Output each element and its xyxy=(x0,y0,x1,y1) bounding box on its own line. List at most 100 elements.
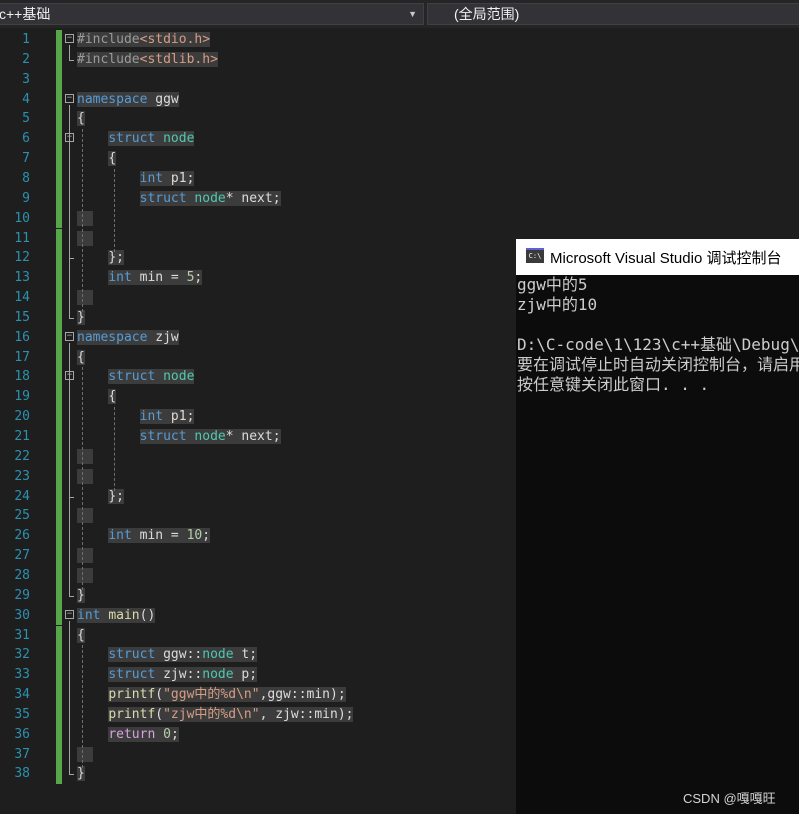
chevron-down-icon: ▼ xyxy=(408,9,417,19)
code-text: struct zjw::node p; xyxy=(108,667,258,683)
code-line[interactable]: 2 #include<stdlib.h> xyxy=(0,49,799,70)
change-marker xyxy=(56,367,62,388)
change-marker xyxy=(56,30,62,50)
collapse-toggle-icon[interactable]: − xyxy=(65,609,74,619)
change-marker xyxy=(56,526,62,547)
change-marker xyxy=(56,248,62,269)
code-line[interactable]: 8 int p1; xyxy=(0,168,799,189)
change-marker xyxy=(56,427,62,447)
code-text: int min = 5; xyxy=(108,270,203,286)
code-text xyxy=(77,546,93,566)
line-number: 34 xyxy=(14,687,30,703)
change-marker xyxy=(56,585,62,606)
change-marker xyxy=(56,546,62,566)
fold-outline-end xyxy=(69,496,74,498)
collapse-toggle-icon[interactable]: − xyxy=(65,93,74,103)
line-number: 15 xyxy=(14,309,30,325)
line-number: 28 xyxy=(14,567,30,583)
code-text: { xyxy=(77,349,85,365)
console-app-icon: C:\ xyxy=(526,248,544,263)
line-number: 32 xyxy=(14,647,30,663)
code-text: printf("ggw中的%d\n",ggw::min); xyxy=(108,687,346,703)
collapse-toggle-icon[interactable]: − xyxy=(65,34,74,43)
code-text xyxy=(77,229,93,249)
console-output-line: 要在调试停止时自动关闭控制台，请启用 xyxy=(517,355,799,374)
indent-guide xyxy=(82,645,83,769)
code-line[interactable]: 6− struct node xyxy=(0,129,799,150)
line-number: 12 xyxy=(14,250,30,266)
change-marker xyxy=(56,89,62,110)
change-marker xyxy=(56,486,62,507)
code-line[interactable]: 7 { xyxy=(0,149,799,169)
code-text: int main() xyxy=(77,607,156,623)
console-output-line: ggw中的5 xyxy=(517,275,588,294)
code-line[interactable]: 9 struct node* next; xyxy=(0,188,799,209)
code-line[interactable]: 1 − #include<stdio.h> xyxy=(0,30,799,50)
collapse-toggle-icon[interactable]: − xyxy=(65,331,74,341)
line-number: 8 xyxy=(22,170,30,186)
line-number: 7 xyxy=(22,151,30,167)
scope-dropdown[interactable]: (全局范围) xyxy=(427,3,799,25)
code-line[interactable]: 10 xyxy=(0,208,799,229)
line-number: 19 xyxy=(14,389,30,405)
code-text: int p1; xyxy=(139,170,195,186)
code-text: namespace ggw xyxy=(77,91,179,107)
fold-outline xyxy=(69,382,70,497)
line-number: 10 xyxy=(14,210,30,226)
change-marker xyxy=(56,764,62,785)
line-number: 38 xyxy=(14,766,30,782)
console-title: Microsoft Visual Studio 调试控制台 xyxy=(550,250,782,267)
code-text: } xyxy=(77,587,85,603)
change-marker xyxy=(56,704,62,725)
change-marker xyxy=(56,387,62,408)
line-number: 22 xyxy=(14,448,30,464)
code-text: } xyxy=(77,309,85,325)
code-text: }; xyxy=(108,488,124,504)
indent-guide xyxy=(114,407,115,491)
code-line[interactable]: 5{ xyxy=(0,109,799,130)
code-text: int min = 10; xyxy=(108,528,211,544)
watermark: CSDN @嘎嘎旺 xyxy=(683,791,776,806)
console-output-line: 按任意键关闭此窗口. . . xyxy=(517,375,710,394)
code-line[interactable]: 3 xyxy=(0,69,799,90)
line-number: 27 xyxy=(14,548,30,564)
fold-outline-end xyxy=(69,595,74,597)
fold-outline-end xyxy=(69,258,74,260)
change-marker xyxy=(56,347,62,368)
project-dropdown[interactable]: c++基础 ▼ xyxy=(0,3,424,25)
code-line[interactable]: 4 − namespace ggw xyxy=(0,89,799,110)
code-text: struct node* next; xyxy=(139,190,281,206)
line-number: 11 xyxy=(14,230,30,246)
change-marker xyxy=(56,168,62,189)
change-marker xyxy=(56,149,62,169)
debug-console-window[interactable]: C:\ Microsoft Visual Studio 调试控制台 ggw中的5… xyxy=(516,239,799,814)
line-number: 29 xyxy=(14,587,30,603)
change-marker xyxy=(56,506,62,527)
code-text: int p1; xyxy=(139,409,195,425)
change-marker xyxy=(56,665,62,686)
line-number: 2 xyxy=(22,51,30,67)
change-marker xyxy=(56,307,62,328)
code-text: struct node xyxy=(108,131,195,147)
change-marker xyxy=(56,685,62,705)
change-marker xyxy=(56,724,62,745)
code-text: printf("zjw中的%d\n", zjw::min); xyxy=(108,706,354,722)
line-number: 18 xyxy=(14,369,30,385)
code-text xyxy=(77,745,93,765)
fold-outline-end xyxy=(69,317,74,319)
line-number: 30 xyxy=(14,607,30,623)
scope-dropdown-label: (全局范围) xyxy=(454,6,520,22)
line-number: 37 xyxy=(14,746,30,762)
console-title-bar[interactable]: C:\ Microsoft Visual Studio 调试控制台 xyxy=(516,239,799,275)
change-marker xyxy=(56,645,62,666)
line-number: 21 xyxy=(14,429,30,444)
change-marker xyxy=(56,605,62,626)
code-text: }; xyxy=(108,250,124,266)
line-number: 13 xyxy=(14,270,30,286)
indent-guide xyxy=(82,129,83,312)
code-text: { xyxy=(77,111,85,127)
change-marker xyxy=(56,327,62,348)
code-text: return 0; xyxy=(108,726,179,742)
line-number: 9 xyxy=(22,190,30,206)
